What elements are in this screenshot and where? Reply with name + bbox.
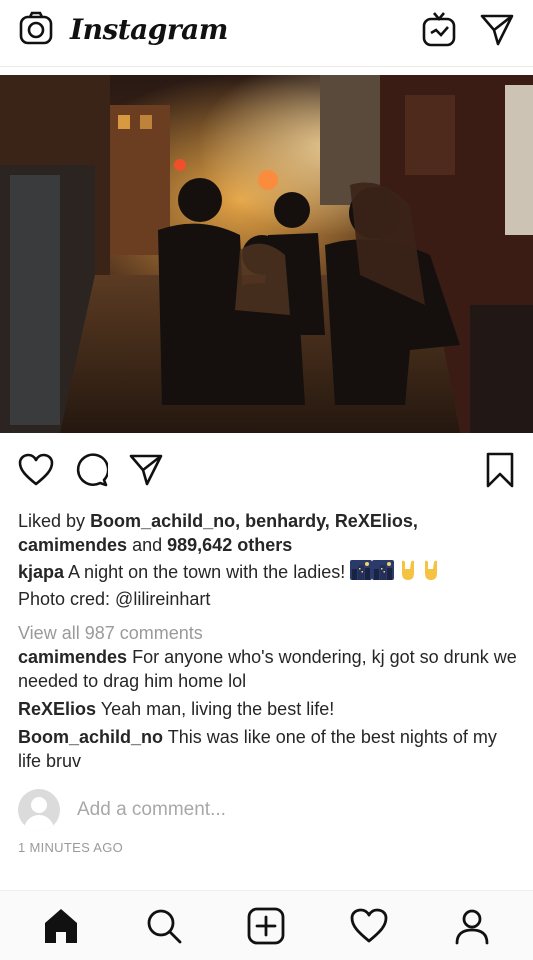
liked-by-user[interactable]: benhardy, (245, 511, 330, 531)
avatar-head (31, 797, 47, 813)
comment-username[interactable]: camimendes (18, 647, 127, 667)
camera-icon[interactable] (18, 11, 54, 47)
comment: ReXElios Yeah man, living the best life! (18, 697, 523, 721)
comment-icon[interactable] (74, 453, 108, 487)
add-comment-input[interactable] (77, 799, 477, 821)
comment: Boom_achild_no This was like one of the … (18, 725, 523, 773)
night-city-emoji (350, 560, 373, 586)
header-divider (0, 66, 533, 67)
activity-heart-icon[interactable] (349, 906, 389, 946)
comment: camimendes For anyone who's wondering, k… (18, 645, 523, 693)
new-post-icon[interactable] (246, 906, 286, 946)
post-body: Liked by Boom_achild_no, benhardy, ReXEl… (18, 509, 523, 773)
top-bar: Instagram (0, 0, 533, 58)
caption: kjapa A night on the town with the ladie… (18, 559, 523, 611)
add-comment-row (18, 788, 518, 832)
rock-hand-emoji (422, 559, 440, 587)
likes-prefix: Liked by (18, 511, 86, 531)
liked-by-user[interactable]: Boom_achild_no, (90, 511, 240, 531)
avatar (18, 789, 60, 831)
comment-username[interactable]: ReXElios (18, 699, 96, 719)
likes-count[interactable]: 989,642 others (167, 535, 292, 555)
post-actions (0, 450, 533, 490)
instagram-logo[interactable]: Instagram (70, 13, 228, 46)
liked-by-user[interactable]: camimendes (18, 535, 127, 555)
caption-text: A night on the town with the ladies! (68, 561, 346, 582)
avatar-torso (24, 815, 54, 831)
caption-username[interactable]: kjapa (18, 562, 64, 582)
profile-icon[interactable] (452, 906, 492, 946)
heart-icon[interactable] (18, 453, 54, 487)
igtv-icon[interactable] (421, 11, 457, 47)
post-timestamp: 1 MINUTES AGO (18, 840, 124, 855)
comment-text: Yeah man, living the best life! (100, 699, 335, 719)
bookmark-icon[interactable] (485, 452, 515, 488)
post-actions-left (18, 453, 164, 487)
liked-by-user[interactable]: ReXElios, (335, 511, 418, 531)
post-photo[interactable] (0, 75, 533, 433)
likes-line: Liked by Boom_achild_no, benhardy, ReXEl… (18, 509, 523, 557)
view-all-comments-link[interactable]: View all 987 comments (18, 621, 523, 645)
night-city-emoji (372, 560, 395, 586)
search-icon[interactable] (144, 906, 184, 946)
likes-conjunction: and (132, 535, 163, 555)
home-icon[interactable] (41, 906, 81, 946)
caption-second-line: Photo cred: @lilireinhart (18, 589, 211, 609)
bottom-nav (0, 890, 533, 960)
direct-message-icon[interactable] (479, 11, 515, 47)
rock-hand-emoji (399, 559, 417, 587)
comment-username[interactable]: Boom_achild_no (18, 727, 163, 747)
share-icon[interactable] (128, 453, 164, 487)
header-actions (421, 11, 515, 47)
